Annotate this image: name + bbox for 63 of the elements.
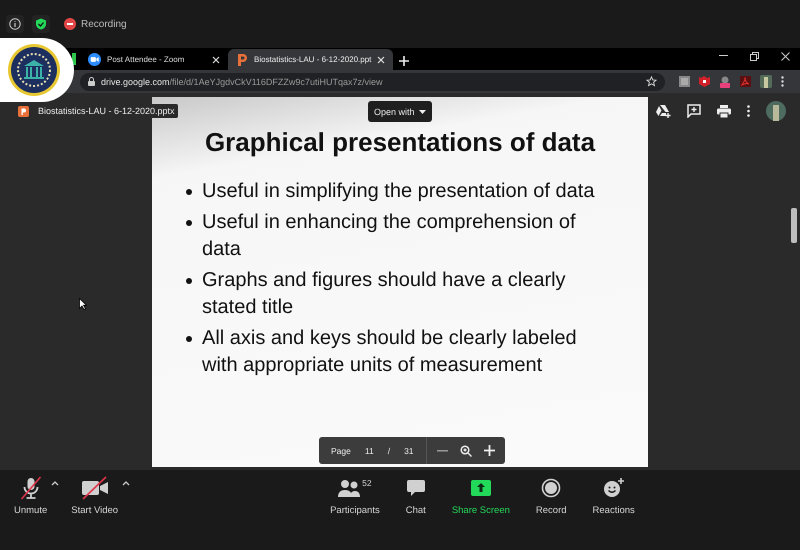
add-comment-icon[interactable] xyxy=(687,104,701,118)
toolbar-button[interactable]: Unmute xyxy=(14,476,48,516)
close-icon[interactable] xyxy=(377,56,386,64)
browser-tab[interactable]: Biostatistics-LAU - 6-12-2020.ppt xyxy=(228,49,394,70)
bullet-dot xyxy=(186,220,192,226)
toolbar-button[interactable]: Start Video xyxy=(71,476,118,516)
page-total: 31 xyxy=(404,446,414,456)
drive-add-icon[interactable] xyxy=(656,104,671,118)
letter-p-icon xyxy=(236,52,248,66)
record-icon[interactable] xyxy=(541,478,562,498)
lock-icon xyxy=(88,77,95,86)
close-icon[interactable] xyxy=(781,52,790,60)
cursor-icon xyxy=(79,298,87,310)
participant-count: 52 xyxy=(362,478,372,488)
more-icon[interactable] xyxy=(781,76,784,87)
shield-check-icon[interactable] xyxy=(32,15,50,33)
star-icon[interactable] xyxy=(646,76,657,87)
toolbar-button[interactable]: Share Screen xyxy=(452,476,510,550)
bullet-text: All axis and keys should be clearly labeled with appropriate units of measurement xyxy=(202,326,578,378)
toolbar-button[interactable]: Reactions xyxy=(592,476,635,550)
muted-camera-icon[interactable] xyxy=(80,476,110,500)
scrollbar-thumb[interactable] xyxy=(791,208,797,243)
caret-icon[interactable] xyxy=(51,480,60,486)
toolbar-button[interactable]: Record xyxy=(536,476,567,550)
page-number[interactable]: 11 xyxy=(364,446,374,456)
bullet-dot xyxy=(186,336,192,342)
caret-icon[interactable] xyxy=(122,480,130,486)
recording-label: Recording xyxy=(81,18,127,30)
toolbar-button[interactable]: 52 Participants xyxy=(330,476,380,550)
smiley-plus-icon[interactable] xyxy=(602,477,625,499)
slide-title: Graphical presentations of data xyxy=(204,127,596,158)
close-icon[interactable] xyxy=(212,56,220,64)
minimize-icon[interactable] xyxy=(719,55,728,57)
avatar-icon[interactable] xyxy=(760,75,772,88)
chat-bubble-icon[interactable] xyxy=(406,478,426,498)
info-icon[interactable] xyxy=(6,15,24,33)
plus-icon[interactable] xyxy=(484,445,495,456)
address-bar[interactable]: drive.google.com/file/d/1AeYJgdvCkV116DFZZw9c7utiHUTqax7z/view xyxy=(80,72,665,90)
url-text: drive.google.com/file/d/1AeYJgdvCkV116DFZZw9c7utiHUTqax7z/view xyxy=(101,76,382,86)
record-icon xyxy=(64,18,76,30)
pdf-icon[interactable] xyxy=(740,76,751,87)
page-label: Page xyxy=(331,446,351,456)
extension-icon[interactable] xyxy=(699,76,710,87)
printer-icon[interactable] xyxy=(717,104,731,118)
bullet-text: Useful in enhancing the comprehension of data xyxy=(202,210,577,262)
browser-tab[interactable]: Post Attendee - Zoom xyxy=(80,49,228,70)
bullet-dot xyxy=(186,278,192,284)
more-icon[interactable] xyxy=(747,105,750,117)
restore-icon[interactable] xyxy=(750,52,759,60)
letter-p-icon xyxy=(18,106,29,116)
page-separator: / xyxy=(388,446,390,456)
zoom-in-icon[interactable] xyxy=(460,444,472,456)
people-icon[interactable] xyxy=(338,478,360,498)
share-screen-icon[interactable] xyxy=(470,480,491,496)
caret-icon xyxy=(418,110,426,114)
open-with-button[interactable]: Open with xyxy=(368,101,432,122)
toolbar-button[interactable]: Chat xyxy=(406,476,426,550)
avatar-icon[interactable] xyxy=(766,101,786,121)
video-camera-icon xyxy=(88,53,101,66)
bullet-dot xyxy=(186,189,192,195)
bullet-text: Graphs and figures should have a clearly stated title xyxy=(202,268,567,320)
bullet-text: Useful in simplifying the presentation of data xyxy=(202,179,596,204)
plus-icon[interactable] xyxy=(399,56,410,66)
